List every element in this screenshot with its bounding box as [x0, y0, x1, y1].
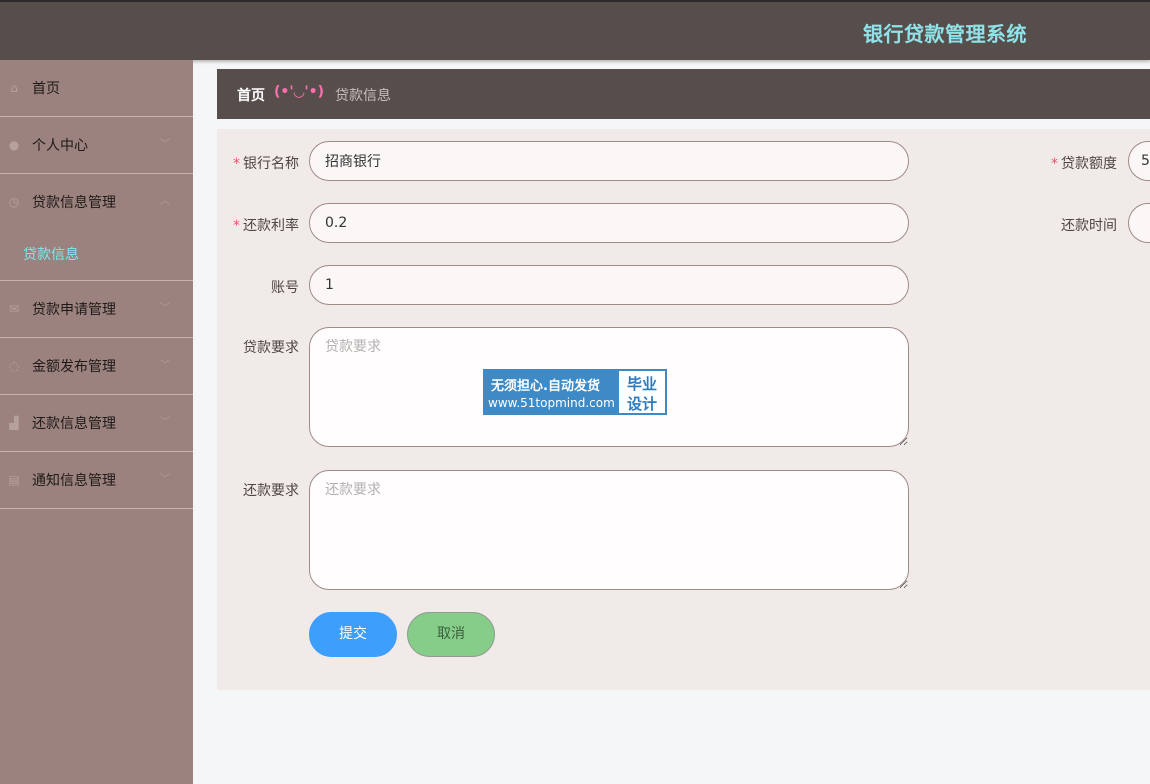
sidebar-item-label: 贷款信息管理: [32, 195, 116, 211]
watermark-text-line1: 无须担心.自动发货: [491, 379, 600, 394]
interest-rate-label: * 还款利率: [233, 218, 299, 234]
loan-requirement-label: 贷款要求: [243, 340, 299, 356]
watermark-left-block: 无须担心.自动发货 www.51topmind.com: [485, 371, 619, 413]
sidebar-item-label: 首页: [32, 81, 60, 97]
sidebar-item-repay-info-mgmt[interactable]: ▟ 还款信息管理 ﹀: [0, 395, 193, 452]
interest-rate-field[interactable]: [309, 203, 909, 243]
chevron-up-icon: ︿: [160, 196, 170, 207]
chevron-down-icon: ﹀: [160, 417, 170, 428]
repay-requirement-field[interactable]: [309, 470, 909, 590]
repay-requirement-label: 还款要求: [243, 483, 299, 499]
chevron-down-icon: ﹀: [160, 360, 170, 371]
sidebar-item-notice-info-mgmt[interactable]: ▤ 通知信息管理 ﹀: [0, 452, 193, 509]
sidebar-item-label: 还款信息管理: [32, 416, 116, 432]
watermark-text-right1: 毕业: [627, 375, 658, 393]
chart-icon: ▟: [9, 416, 19, 430]
repay-time-field[interactable]: [1128, 203, 1150, 243]
chevron-down-icon: ﹀: [160, 139, 170, 150]
bank-name-field[interactable]: [309, 141, 909, 181]
sidebar: ⌂ 首页 ● 个人中心 ﹀ ◷ 贷款信息管理 ︿ 贷款信息 ✉ 贷款申请管理 ﹀…: [0, 60, 193, 784]
loan-amount-field[interactable]: [1128, 141, 1150, 181]
submenu-loan-info: 贷款信息: [0, 231, 193, 281]
app-title: 银行贷款管理系统: [863, 22, 1027, 46]
breadcrumb-home[interactable]: 首页: [237, 85, 265, 105]
watermark-text-right2: 设计: [627, 395, 658, 413]
sidebar-subitem-loan-info[interactable]: 贷款信息: [23, 244, 79, 264]
clipboard-icon: ▤: [8, 473, 20, 487]
breadcrumb: 首页 (•'◡'•) 贷款信息: [217, 69, 1150, 119]
sidebar-item-loan-info-mgmt[interactable]: ◷ 贷款信息管理 ︿: [0, 174, 193, 231]
loan-amount-label: * 贷款额度: [1051, 156, 1117, 172]
bank-name-label: * 银行名称: [233, 156, 299, 172]
sidebar-item-label: 个人中心: [32, 138, 88, 154]
repay-time-label: 还款时间: [1061, 218, 1117, 234]
user-icon: ●: [8, 138, 20, 152]
home-icon: ⌂: [10, 81, 18, 95]
sidebar-item-label: 通知信息管理: [32, 473, 116, 489]
chevron-down-icon: ﹀: [160, 303, 170, 314]
sidebar-item-amount-publish-mgmt[interactable]: ◌ 金额发布管理 ﹀: [0, 338, 193, 395]
sidebar-item-label: 贷款申请管理: [32, 302, 116, 318]
account-label: 账号: [271, 280, 299, 296]
sidebar-item-label: 金额发布管理: [32, 359, 116, 375]
watermark-text-line2: www.51topmind.com: [488, 396, 615, 410]
sidebar-item-personal-center[interactable]: ● 个人中心 ﹀: [0, 117, 193, 174]
account-field[interactable]: [309, 265, 909, 305]
sidebar-item-home[interactable]: ⌂ 首页: [0, 60, 193, 117]
power-icon: ◌: [8, 359, 20, 373]
loan-info-form: *银行名称 *贷款额度 *还款利率 还款时间 账号 贷款要求 还款要求 提交 取…: [217, 129, 1150, 690]
sidebar-item-loan-apply-mgmt[interactable]: ✉ 贷款申请管理 ﹀: [0, 281, 193, 338]
top-bar: 银行贷款管理系统: [0, 0, 1150, 60]
mail-icon: ✉: [8, 302, 20, 316]
clock-icon: ◷: [8, 195, 20, 209]
watermark-overlay: 无须担心.自动发货 www.51topmind.com 毕业 设计: [483, 369, 667, 415]
cancel-button[interactable]: 取消: [407, 612, 495, 657]
breadcrumb-separator: (•'◡'•): [274, 84, 325, 100]
submit-button[interactable]: 提交: [309, 612, 397, 657]
chevron-down-icon: ﹀: [160, 474, 170, 485]
breadcrumb-current: 贷款信息: [335, 88, 391, 104]
